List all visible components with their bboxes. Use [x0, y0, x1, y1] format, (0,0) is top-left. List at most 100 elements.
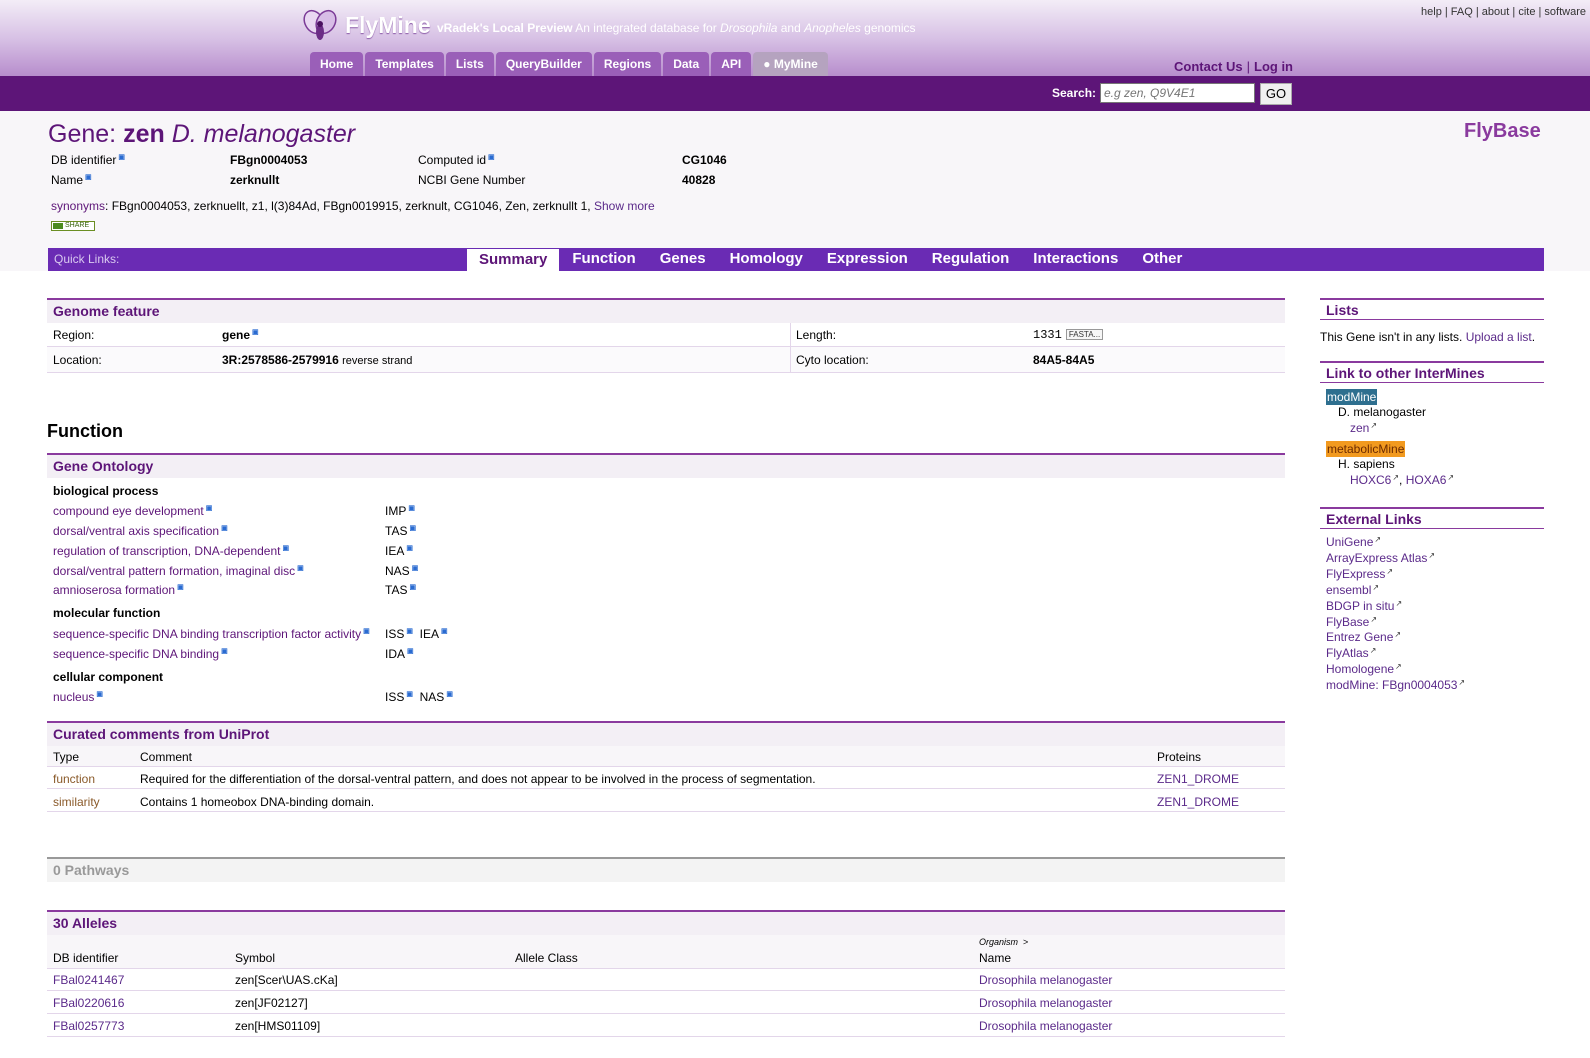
- go-term-link[interactable]: amnioserosa formation ▣: [53, 583, 184, 597]
- allele-id-link[interactable]: FBal0257773: [53, 1019, 124, 1033]
- tab-interactions[interactable]: Interactions: [1021, 248, 1130, 271]
- faq-link[interactable]: FAQ: [1451, 6, 1473, 18]
- tab-summary[interactable]: Summary: [466, 248, 561, 271]
- location-label: Location:: [53, 353, 102, 367]
- search-go-button[interactable]: GO: [1260, 83, 1292, 105]
- nav-data[interactable]: Data: [663, 52, 710, 76]
- go-term-link[interactable]: regulation of transcription, DNA-depende…: [53, 544, 289, 558]
- hoxc6-link[interactable]: HOXC6: [1350, 473, 1391, 487]
- external-link-ensembl[interactable]: ensembl↗: [1326, 583, 1379, 597]
- share-button[interactable]: SHARE: [51, 221, 95, 231]
- organism-header[interactable]: Organism >: [979, 937, 1028, 947]
- info-icon[interactable]: ▣: [488, 154, 495, 161]
- organism-link[interactable]: Drosophila melanogaster: [979, 973, 1112, 987]
- modmine-badge[interactable]: modMine: [1326, 389, 1378, 405]
- evidence-code: IDA ▣: [385, 647, 414, 661]
- nav-querybuilder[interactable]: QueryBuilder: [495, 52, 592, 76]
- nav-regions[interactable]: Regions: [593, 52, 662, 76]
- info-icon[interactable]: ▣: [406, 691, 413, 698]
- info-icon[interactable]: ▣: [221, 525, 228, 532]
- info-icon[interactable]: ▣: [441, 628, 448, 635]
- alleles-heading: 30 Alleles: [47, 910, 1285, 935]
- info-icon[interactable]: ▣: [409, 584, 416, 591]
- go-term-link[interactable]: sequence-specific DNA binding transcript…: [53, 627, 370, 641]
- nav-lists[interactable]: Lists: [445, 52, 494, 76]
- fasta-button[interactable]: FASTA...: [1065, 329, 1104, 341]
- info-icon[interactable]: ▣: [85, 174, 92, 181]
- info-icon[interactable]: ▣: [363, 628, 370, 635]
- info-icon[interactable]: ▣: [177, 584, 184, 591]
- tab-other[interactable]: Other: [1130, 248, 1194, 271]
- info-icon[interactable]: ▣: [406, 545, 413, 552]
- tab-expression[interactable]: Expression: [815, 248, 920, 271]
- organism-link[interactable]: Drosophila melanogaster: [979, 996, 1112, 1010]
- go-term-link[interactable]: dorsal/ventral pattern formation, imagin…: [53, 564, 304, 578]
- pathways-heading[interactable]: 0 Pathways: [47, 857, 1285, 882]
- upload-list-link[interactable]: Upload a list: [1466, 330, 1532, 344]
- info-icon[interactable]: ▣: [408, 505, 415, 512]
- info-icon[interactable]: ▣: [118, 154, 125, 161]
- software-link[interactable]: software: [1544, 6, 1586, 18]
- show-more-link[interactable]: Show more: [594, 199, 655, 213]
- external-link-bdgp[interactable]: BDGP in situ↗: [1326, 599, 1402, 613]
- tab-genes[interactable]: Genes: [648, 248, 718, 271]
- metabolicmine-badge[interactable]: metabolicMine: [1326, 441, 1406, 457]
- info-icon[interactable]: ▣: [406, 628, 413, 635]
- modmine-organism: D. melanogaster: [1338, 405, 1427, 419]
- info-icon[interactable]: ▣: [446, 691, 453, 698]
- tab-homology[interactable]: Homology: [718, 248, 815, 271]
- login-link[interactable]: Log in: [1254, 59, 1293, 74]
- tab-function[interactable]: Function: [560, 248, 647, 271]
- hoxa6-link[interactable]: HOXA6: [1406, 473, 1447, 487]
- nav-api[interactable]: API: [711, 52, 752, 76]
- brand-name[interactable]: FlyMine: [345, 12, 431, 39]
- flymine-logo-icon[interactable]: [300, 6, 340, 46]
- go-term-link[interactable]: dorsal/ventral axis specification ▣: [53, 524, 228, 538]
- info-icon[interactable]: ▣: [252, 329, 259, 336]
- external-link-flyatlas[interactable]: FlyAtlas↗: [1326, 646, 1376, 660]
- share-icon: [53, 223, 63, 229]
- contact-us-link[interactable]: Contact Us: [1174, 59, 1243, 74]
- nav-mymine[interactable]: ● MyMine: [753, 52, 828, 76]
- go-term-link[interactable]: compound eye development ▣: [53, 504, 212, 518]
- external-link-modmine[interactable]: modMine: FBgn0004053↗: [1326, 678, 1465, 692]
- info-icon[interactable]: ▣: [96, 691, 103, 698]
- go-bp-label: biological process: [53, 484, 159, 498]
- external-link-entrez[interactable]: Entrez Gene↗: [1326, 630, 1401, 644]
- go-term-link[interactable]: nucleus ▣: [53, 690, 103, 704]
- go-term-link[interactable]: sequence-specific DNA binding ▣: [53, 647, 228, 661]
- protein-link[interactable]: ZEN1_DROME: [1157, 772, 1239, 786]
- external-link-unigene[interactable]: UniGene↗: [1326, 535, 1381, 549]
- external-link-flyexpress[interactable]: FlyExpress↗: [1326, 567, 1393, 581]
- nav-templates[interactable]: Templates: [365, 52, 444, 76]
- cite-link[interactable]: cite: [1518, 6, 1535, 18]
- info-icon[interactable]: ▣: [407, 648, 414, 655]
- source-flybase[interactable]: FlyBase: [1464, 120, 1541, 143]
- evidence-code: TAS ▣: [385, 524, 417, 538]
- external-link-arrayexpress[interactable]: ArrayExpress Atlas↗: [1326, 551, 1435, 565]
- modmine-gene-link[interactable]: zen↗: [1350, 421, 1377, 435]
- about-link[interactable]: about: [1482, 6, 1510, 18]
- info-icon[interactable]: ▣: [206, 505, 213, 512]
- strand-value: reverse strand: [342, 355, 413, 367]
- info-icon[interactable]: ▣: [282, 545, 289, 552]
- allele-id-link[interactable]: FBal0241467: [53, 973, 124, 987]
- help-link[interactable]: help: [1421, 6, 1442, 18]
- region-label: Region:: [53, 328, 95, 342]
- external-link-icon: ↗: [1370, 421, 1378, 430]
- external-link-flybase[interactable]: FlyBase↗: [1326, 615, 1377, 629]
- go-cc-label: cellular component: [53, 670, 164, 684]
- nav-home[interactable]: Home: [310, 52, 364, 76]
- allele-id-link[interactable]: FBal0220616: [53, 996, 124, 1010]
- search-input[interactable]: [1100, 83, 1255, 103]
- external-link-homologene[interactable]: Homologene↗: [1326, 662, 1402, 676]
- organism-link[interactable]: Drosophila melanogaster: [979, 1019, 1112, 1033]
- info-icon[interactable]: ▣: [409, 525, 416, 532]
- info-icon[interactable]: ▣: [221, 648, 228, 655]
- info-icon[interactable]: ▣: [297, 565, 304, 572]
- top-links: help | FAQ | about | cite | software: [1421, 6, 1586, 18]
- title-symbol: zen: [123, 120, 165, 148]
- tab-regulation[interactable]: Regulation: [920, 248, 1022, 271]
- info-icon[interactable]: ▣: [412, 565, 419, 572]
- protein-link[interactable]: ZEN1_DROME: [1157, 795, 1239, 809]
